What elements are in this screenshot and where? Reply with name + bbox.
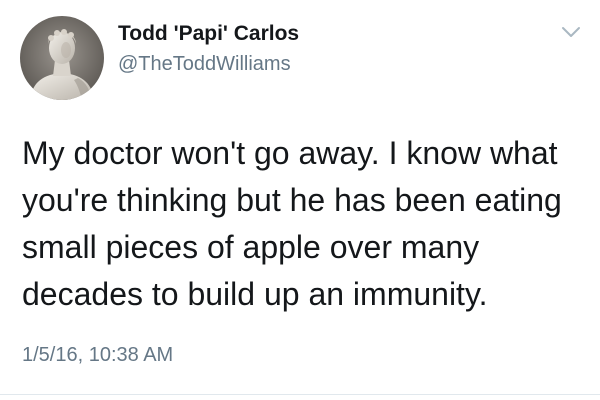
- tweet-text-line: My doctor won't go away. I know what: [22, 135, 558, 171]
- tweet-text: My doctor won't go away. I know what you…: [22, 130, 592, 318]
- tweet-card: Todd 'Papi' Carlos @TheToddWilliams My d…: [0, 0, 600, 400]
- tweet-text-line: you're thinking but he has been eating: [22, 182, 562, 218]
- tweet-text-line: decades to build up an immunity.: [22, 276, 488, 312]
- tweet-text-line: small pieces of apple over many: [22, 229, 480, 265]
- tweet-timestamp[interactable]: 1/5/16, 10:38 AM: [22, 344, 173, 367]
- avatar[interactable]: [20, 16, 104, 100]
- chevron-down-icon[interactable]: [560, 24, 582, 40]
- author-display-name[interactable]: Todd 'Papi' Carlos: [118, 22, 299, 46]
- divider: [0, 394, 600, 395]
- author-username[interactable]: @TheToddWilliams: [118, 53, 291, 76]
- statue-avatar-icon: [20, 16, 104, 100]
